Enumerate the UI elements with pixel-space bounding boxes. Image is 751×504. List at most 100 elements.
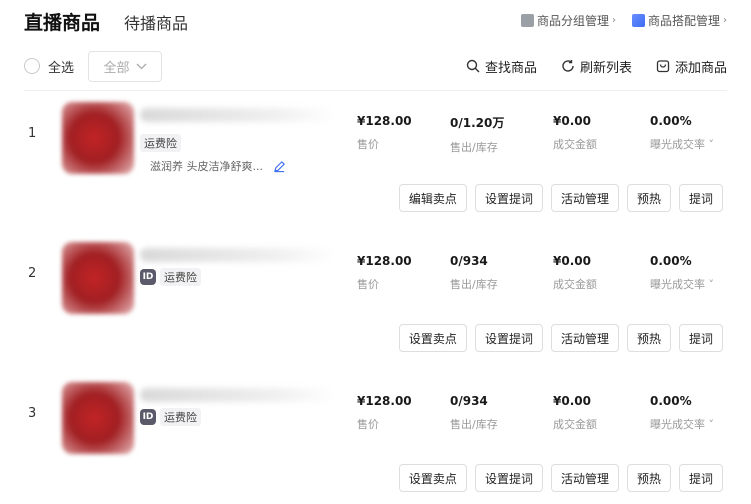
id-badge: ID: [140, 409, 156, 425]
sold-stock-value: 0/1.20万: [450, 116, 505, 130]
add-product-label: 添加商品: [674, 60, 727, 76]
chevron-down-icon: ˅: [708, 278, 715, 291]
group-manage-link[interactable]: 商品分组管理 ›: [520, 12, 616, 29]
filter-value: 全部: [103, 60, 130, 76]
row-actions: 设置卖点 设置提词 活动管理 预热 提词: [398, 324, 723, 352]
edit-selling-point-button[interactable]: 编辑卖点: [398, 184, 467, 212]
badge-group: ID 运费险: [140, 268, 201, 286]
badge-group: 运费险: [140, 134, 181, 152]
set-selling-point-button[interactable]: 设置卖点: [398, 324, 467, 352]
product-title-blurred: [140, 108, 335, 122]
preheat-button[interactable]: 预热: [626, 324, 671, 352]
chevron-down-icon: ˅: [708, 138, 715, 151]
group-manage-label: 商品分组管理: [536, 14, 609, 28]
badge-group: ID 运费险: [140, 408, 201, 426]
find-product-button[interactable]: 查找商品: [466, 57, 537, 76]
price-value: ¥128.00: [357, 254, 412, 268]
price-label: 售价: [357, 138, 379, 151]
selling-point: 滋润养 头皮洁净舒爽...: [150, 158, 286, 174]
preheat-button[interactable]: 预热: [626, 184, 671, 212]
match-manage-link[interactable]: 商品搭配管理 ›: [631, 12, 727, 29]
row-actions: 编辑卖点 设置提词 活动管理 预热 提词: [398, 184, 723, 212]
row-index: 1: [28, 126, 37, 141]
product-title-blurred: [140, 248, 335, 262]
shipping-insurance-tag: 运费险: [160, 268, 201, 286]
select-all-checkbox[interactable]: 全选: [24, 57, 74, 76]
gmv-stat: ¥0.00 成交金额: [553, 254, 597, 292]
activity-manage-button[interactable]: 活动管理: [550, 184, 619, 212]
sold-stock-stat: 0/1.20万 售出/库存: [450, 114, 504, 155]
radio-icon: [24, 58, 40, 74]
prompt-button[interactable]: 提词: [678, 464, 723, 492]
conversion-label-text: 曝光成交率: [650, 418, 705, 431]
product-row: 3 ID 运费险 ¥128.00 售价 0/934 售出/库存 ¥0.00 成交金额 …: [0, 376, 751, 504]
chevron-right-icon: ›: [611, 15, 616, 26]
preheat-button[interactable]: 预热: [626, 464, 671, 492]
price-label: 售价: [357, 278, 379, 291]
tab-live-products[interactable]: 直播商品: [24, 8, 100, 35]
gmv-stat: ¥0.00 成交金额: [553, 114, 597, 152]
conversion-value: 0.00%: [650, 394, 692, 408]
set-prompt-button[interactable]: 设置提词: [474, 464, 543, 492]
price-stat: ¥128.00 售价: [357, 254, 412, 292]
selling-point-text: 滋润养 头皮洁净舒爽...: [150, 160, 263, 173]
price-stat: ¥128.00 售价: [357, 394, 412, 432]
refresh-list-label: 刷新列表: [579, 60, 632, 76]
sold-stock-stat: 0/934 售出/库存: [450, 394, 498, 432]
activity-manage-button[interactable]: 活动管理: [550, 464, 619, 492]
conversion-stat: 0.00% 曝光成交率 ˅: [650, 114, 714, 152]
gmv-value: ¥0.00: [553, 254, 591, 268]
set-prompt-button[interactable]: 设置提词: [474, 324, 543, 352]
id-badge: ID: [140, 269, 156, 285]
tab-pending-products[interactable]: 待播商品: [124, 10, 188, 34]
prompt-button[interactable]: 提词: [678, 324, 723, 352]
divider: [24, 90, 727, 91]
row-index: 2: [28, 266, 37, 281]
match-icon: [631, 14, 645, 27]
conversion-label[interactable]: 曝光成交率 ˅: [650, 276, 714, 292]
product-row: 2 ID 运费险 ¥128.00 售价 0/934 售出/库存 ¥0.00 成交金额 …: [0, 236, 751, 376]
gmv-label: 成交金额: [553, 418, 597, 431]
conversion-label-text: 曝光成交率: [650, 138, 705, 151]
match-manage-label: 商品搭配管理: [647, 14, 720, 28]
price-stat: ¥128.00 售价: [357, 114, 412, 152]
gmv-stat: ¥0.00 成交金额: [553, 394, 597, 432]
price-value: ¥128.00: [357, 114, 412, 128]
edit-pencil-icon[interactable]: [273, 160, 286, 173]
chevron-down-icon: ˅: [708, 418, 715, 431]
gmv-value: ¥0.00: [553, 394, 591, 408]
tool-group: 查找商品 刷新列表 添加商品: [466, 57, 727, 76]
group-icon: [520, 14, 534, 27]
refresh-icon: [562, 60, 574, 72]
conversion-label[interactable]: 曝光成交率 ˅: [650, 416, 714, 432]
sold-stock-label: 售出/库存: [450, 278, 498, 291]
product-row: 1 运费险 滋润养 头皮洁净舒爽... ¥128.00 售价 0/1.20万 售出/…: [0, 96, 751, 236]
conversion-value: 0.00%: [650, 114, 692, 128]
find-product-label: 查找商品: [484, 60, 537, 76]
filter-select[interactable]: 全部: [88, 50, 163, 82]
activity-manage-button[interactable]: 活动管理: [550, 324, 619, 352]
sold-stock-value: 0/934: [450, 394, 488, 408]
product-thumbnail[interactable]: [62, 382, 134, 454]
product-thumbnail[interactable]: [62, 102, 134, 174]
conversion-label-text: 曝光成交率: [650, 278, 705, 291]
product-thumbnail[interactable]: [62, 242, 134, 314]
price-label: 售价: [357, 418, 379, 431]
sold-stock-stat: 0/934 售出/库存: [450, 254, 498, 292]
row-actions: 设置卖点 设置提词 活动管理 预热 提词: [398, 464, 723, 492]
gmv-label: 成交金额: [553, 278, 597, 291]
refresh-list-button[interactable]: 刷新列表: [561, 57, 632, 76]
tab-bar: 直播商品 待播商品: [24, 8, 188, 35]
sold-stock-value: 0/934: [450, 254, 488, 268]
shipping-insurance-tag: 运费险: [160, 408, 201, 426]
conversion-value: 0.00%: [650, 254, 692, 268]
bag-icon: [656, 60, 670, 73]
set-selling-point-button[interactable]: 设置卖点: [398, 464, 467, 492]
chevron-down-icon: [136, 63, 146, 69]
add-product-button[interactable]: 添加商品: [656, 57, 727, 76]
prompt-button[interactable]: 提词: [678, 184, 723, 212]
set-prompt-button[interactable]: 设置提词: [474, 184, 543, 212]
price-value: ¥128.00: [357, 394, 412, 408]
toolbar: 全选 全部 查找商品 刷新列表 添加商品: [24, 50, 727, 82]
conversion-label[interactable]: 曝光成交率 ˅: [650, 136, 714, 152]
